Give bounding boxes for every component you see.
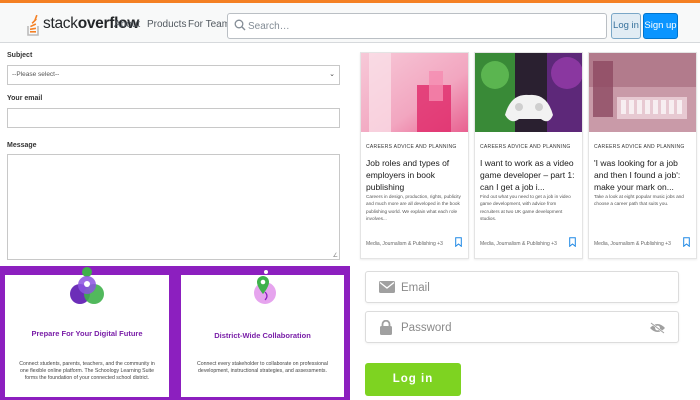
feature-card: Prepare For Your Digital Future Connect … [5,267,169,397]
article-description: Find out what you need to get a job in v… [480,194,571,221]
resize-handle-icon[interactable]: ∠ [333,252,338,259]
article-image [475,53,582,132]
article-title[interactable]: Job roles and types of employers in book… [366,157,463,193]
article-title[interactable]: I want to work as a video game developer… [480,157,577,193]
location-pin-icon [254,270,276,304]
login-email-input[interactable] [401,278,641,298]
article-tags: Media, Journalism & Publishing +3 [366,241,443,247]
stack-logo-icon [27,14,39,36]
feature-text: Connect every stakeholder to collaborate… [197,361,328,375]
article-category: CAREERS ADVICE AND PLANNING [594,144,685,150]
top-bar: stackoverflow About Products For Teams L… [0,0,700,43]
email-field-container[interactable] [365,271,679,303]
message-textarea[interactable]: ∠ [7,154,340,260]
login-password-input[interactable] [401,318,641,338]
article-tags: Media, Journalism & Publishing +3 [594,241,671,247]
bookmark-icon[interactable] [683,237,690,247]
search-box[interactable] [227,13,607,39]
eye-off-icon[interactable] [649,322,666,334]
article-description: Careers in design, production, rights, p… [366,194,461,221]
envelope-icon [379,281,395,293]
contact-form: Subject --Please select-- ⌄ Your email M… [0,44,350,266]
signup-button[interactable]: Sign up [643,13,678,39]
subject-label: Subject [7,52,33,59]
features-section: Prepare For Your Digital Future Connect … [0,266,350,400]
email-field[interactable] [7,108,340,128]
article-image [589,53,696,132]
article-title[interactable]: 'I was looking for a job and then I foun… [594,157,691,193]
article-card[interactable]: CAREERS ADVICE AND PLANNING Job roles an… [360,52,469,259]
people-circles-icon [70,267,104,304]
feature-text: Connect students, parents, teachers, and… [19,361,155,382]
article-category: CAREERS ADVICE AND PLANNING [480,144,571,150]
subject-select-value: --Please select-- [12,71,60,78]
search-input[interactable] [248,17,598,35]
chevron-down-icon: ⌄ [329,71,335,78]
message-label: Message [7,142,37,149]
email-label: Your email [7,95,43,102]
lock-icon [380,320,392,335]
bookmark-icon[interactable] [569,237,576,247]
article-image [361,53,468,132]
article-category: CAREERS ADVICE AND PLANNING [366,144,457,150]
article-tags: Media, Journalism & Publishing +3 [480,241,557,247]
nav-products[interactable]: Products [147,19,186,30]
article-card[interactable]: CAREERS ADVICE AND PLANNING 'I was looki… [588,52,697,259]
bookmark-icon[interactable] [455,237,462,247]
password-field-container[interactable] [365,311,679,343]
nav-about[interactable]: About [114,19,140,30]
login-submit-button[interactable]: Log in [365,363,461,396]
search-icon [234,19,246,31]
feature-card: District-Wide Collaboration Connect ever… [181,270,344,397]
subject-select[interactable]: --Please select-- ⌄ [7,65,340,85]
article-description: Take a look at eight popular music jobs … [594,194,684,207]
feature-title: District-Wide Collaboration [214,331,311,340]
login-button[interactable]: Log in [611,13,641,39]
article-card[interactable]: CAREERS ADVICE AND PLANNING I want to wo… [474,52,583,259]
feature-title: Prepare For Your Digital Future [31,329,143,338]
